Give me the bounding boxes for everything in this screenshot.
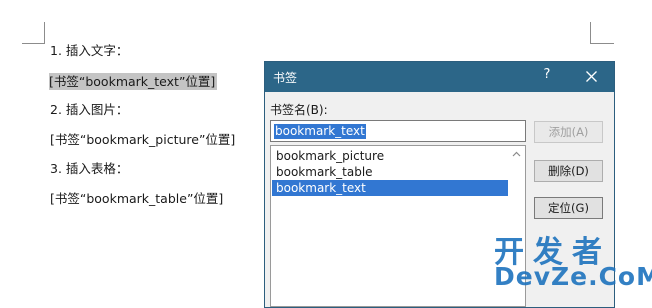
dialog-title: 书签	[273, 71, 298, 85]
doc-line-insert-table[interactable]: 3. 插入表格：	[50, 160, 128, 178]
bookmark-list-item[interactable]: bookmark_table	[272, 164, 508, 180]
help-button[interactable]: ?	[532, 67, 562, 87]
crop-mark-top-right	[590, 22, 591, 44]
doc-line-bookmark-picture[interactable]: [书签“bookmark_picture”位置]	[50, 131, 235, 149]
bookmark-name-label: 书签名(B):	[270, 103, 328, 117]
bookmark-name-input[interactable]: bookmark_text	[270, 120, 526, 142]
dialog-titlebar[interactable]: 书签 ?	[265, 62, 614, 92]
doc-line-insert-text[interactable]: 1. 插入文字：	[50, 42, 128, 60]
bookmark-name-value: bookmark_text	[274, 124, 366, 139]
close-icon	[585, 71, 597, 82]
close-button[interactable]	[576, 67, 606, 87]
crop-mark-top-left-horizontal	[22, 43, 44, 44]
crop-mark-top-left	[44, 22, 45, 44]
doc-line-insert-picture[interactable]: 2. 插入图片：	[50, 101, 128, 119]
bookmark-list-item[interactable]: bookmark_picture	[272, 148, 508, 164]
bookmark-list[interactable]: bookmark_picture bookmark_table bookmark…	[270, 145, 526, 307]
add-button[interactable]: 添加(A)	[534, 121, 603, 143]
doc-line-bookmark-text[interactable]: [书签“bookmark_text”位置]	[49, 73, 218, 91]
goto-button[interactable]: 定位(G)	[534, 197, 603, 219]
doc-line-bookmark-table[interactable]: [书签“bookmark_table”位置]	[50, 190, 223, 208]
crop-mark-top-right-horizontal	[590, 43, 614, 44]
scroll-up-arrow-icon[interactable]	[510, 149, 523, 159]
bookmark-text-placeholder[interactable]: [书签“bookmark_text”位置]	[49, 73, 218, 90]
bookmark-list-item-selected[interactable]: bookmark_text	[272, 180, 508, 196]
delete-button[interactable]: 删除(D)	[534, 160, 603, 182]
watermark-bottom: DevZe.CoM	[494, 262, 652, 291]
